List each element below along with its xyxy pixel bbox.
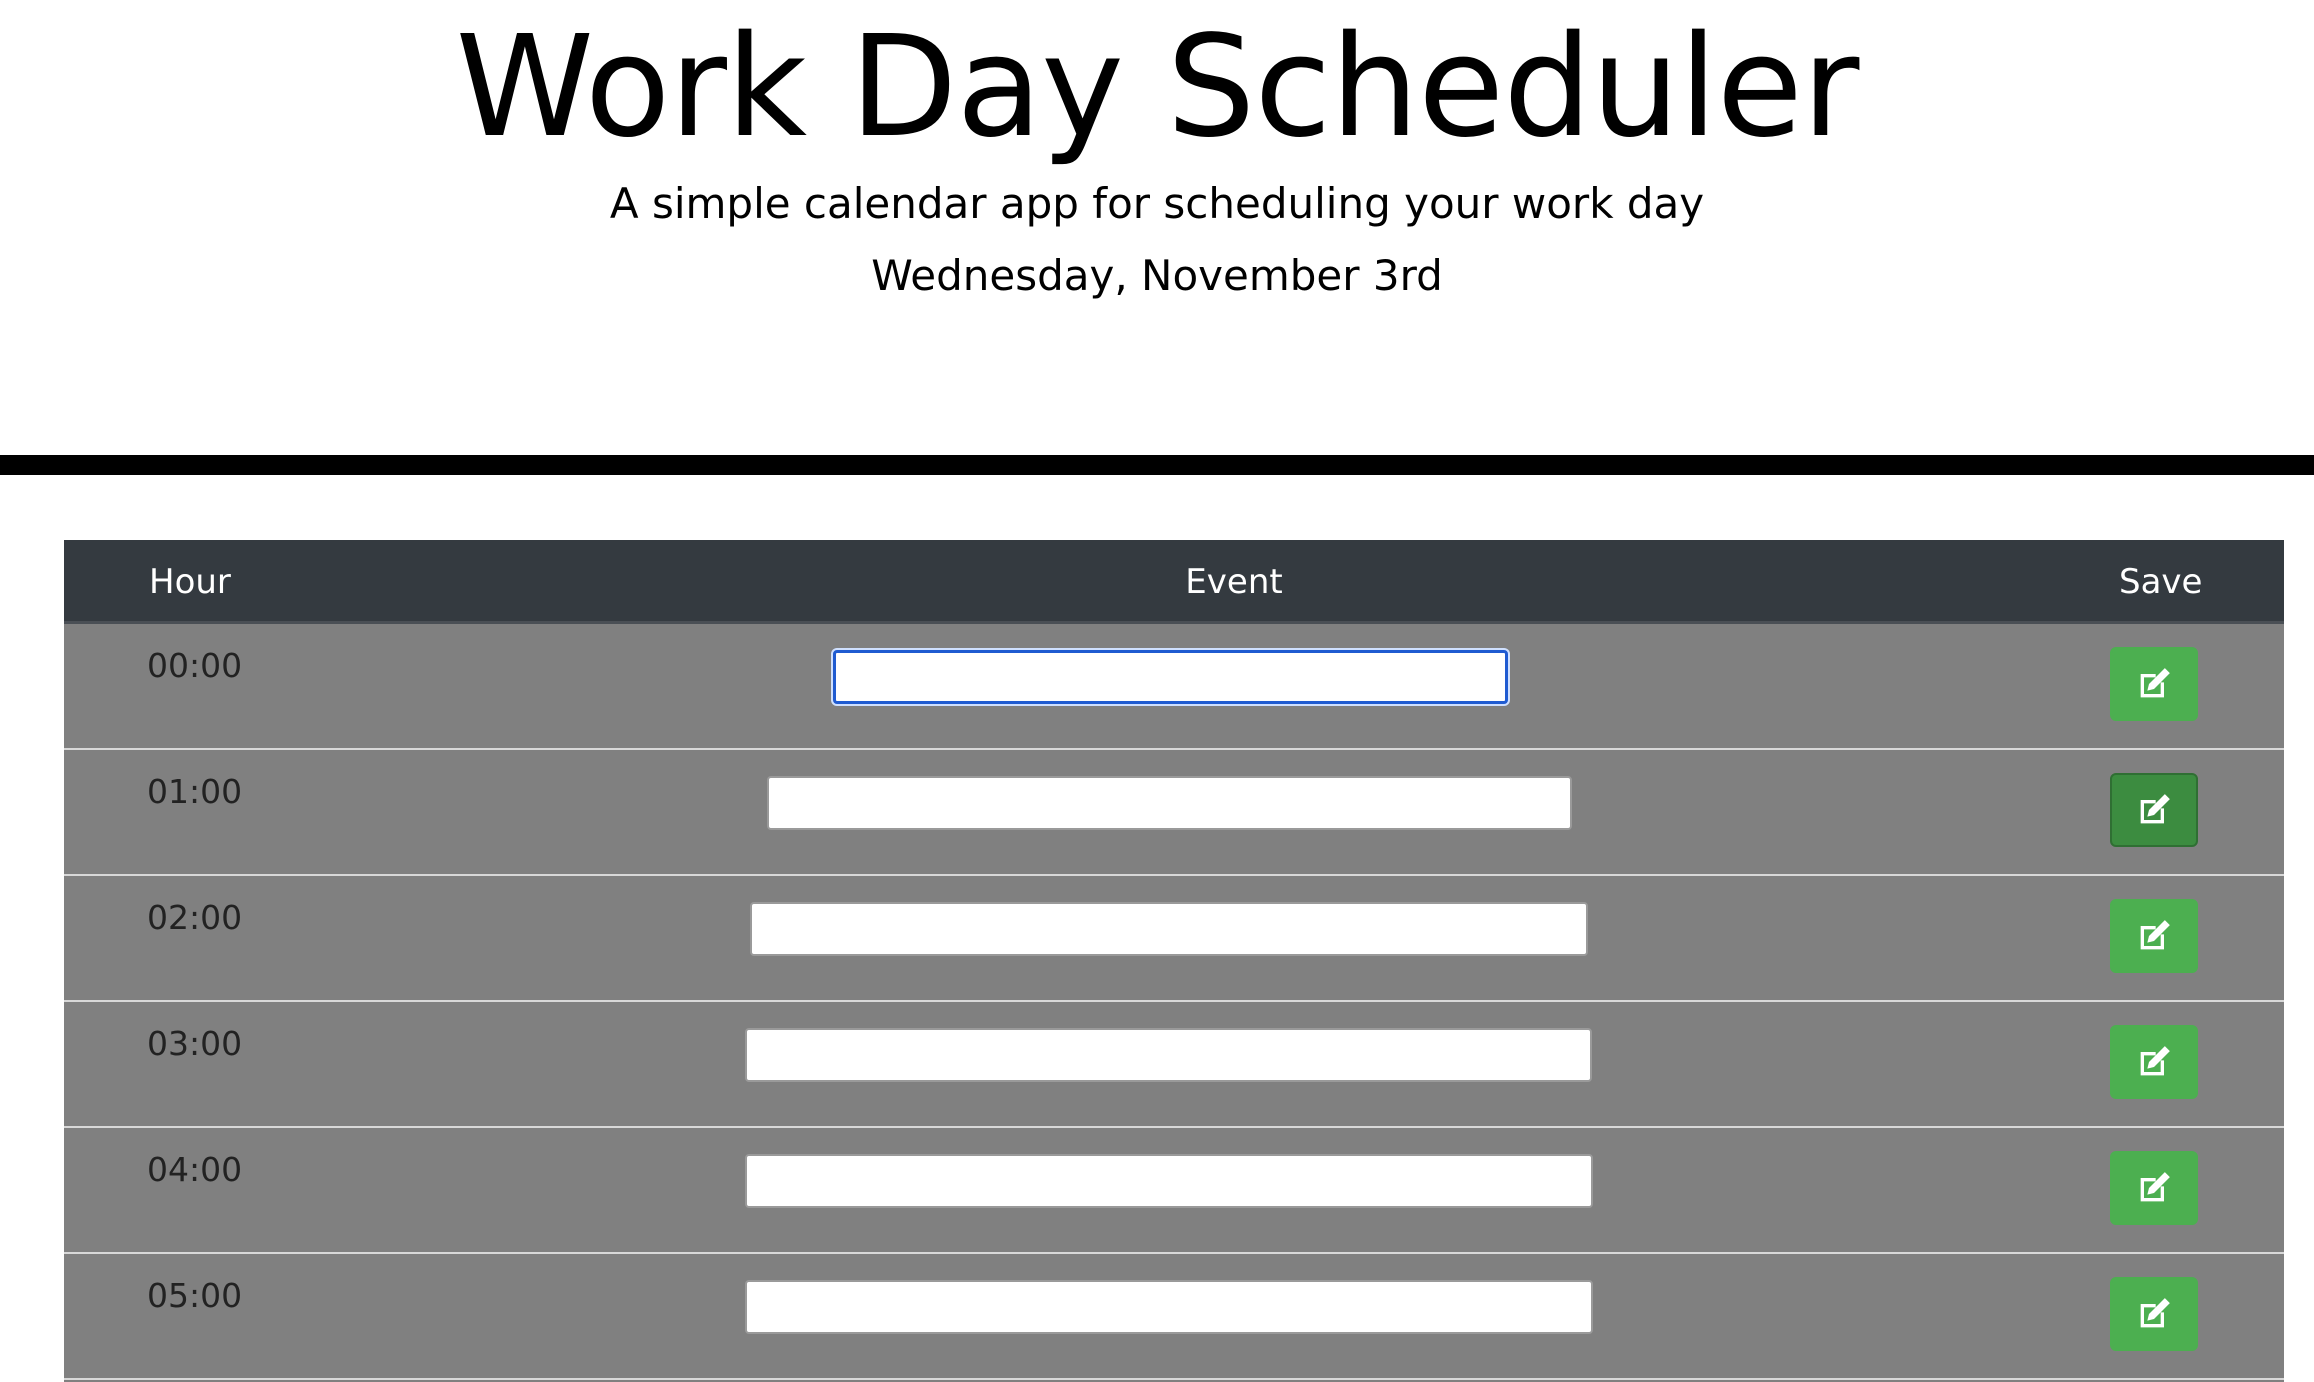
event-input[interactable]: [750, 902, 1588, 956]
save-button[interactable]: [2110, 1277, 2198, 1351]
edit-icon: [2140, 920, 2170, 950]
page-title: Work Day Scheduler: [455, 6, 1860, 169]
hour-label: 02:00: [147, 898, 243, 937]
edit-icon: [2140, 668, 2170, 698]
column-header-hour: Hour: [149, 562, 231, 602]
save-button[interactable]: [2110, 647, 2198, 721]
hour-label: 04:00: [147, 1150, 243, 1189]
event-input[interactable]: [745, 1028, 1592, 1082]
table-row: 00:00: [64, 624, 2284, 750]
save-button[interactable]: [2110, 899, 2198, 973]
hour-label: 05:00: [147, 1276, 243, 1315]
event-input[interactable]: [745, 1154, 1593, 1208]
event-input[interactable]: [767, 776, 1572, 830]
save-button[interactable]: [2110, 1151, 2198, 1225]
table-row: 03:00: [64, 1002, 2284, 1128]
table-row: 05:00: [64, 1254, 2284, 1380]
hour-label: 00:00: [147, 646, 243, 685]
header-divider: [0, 455, 2314, 475]
save-button[interactable]: [2110, 773, 2198, 847]
hour-label: 03:00: [147, 1024, 243, 1063]
table-row: 02:00: [64, 876, 2284, 1002]
event-input[interactable]: [833, 650, 1508, 704]
hour-label: 01:00: [147, 772, 243, 811]
current-date: Wednesday, November 3rd: [871, 251, 1443, 300]
event-input[interactable]: [745, 1280, 1593, 1334]
page-header: Work Day Scheduler A simple calendar app…: [0, 0, 2314, 455]
table-header: Hour Event Save: [64, 540, 2284, 624]
edit-icon: [2140, 1298, 2170, 1328]
edit-icon: [2140, 1172, 2170, 1202]
column-header-save: Save: [2119, 562, 2203, 602]
table-row: 01:00: [64, 750, 2284, 876]
page-subtitle: A simple calendar app for scheduling you…: [609, 179, 1705, 228]
save-button[interactable]: [2110, 1025, 2198, 1099]
edit-icon: [2140, 794, 2170, 824]
edit-icon: [2140, 1046, 2170, 1076]
schedule-table: Hour Event Save 00:00 01:00 02:00 03:00 …: [64, 540, 2284, 1382]
table-row: 04:00: [64, 1128, 2284, 1254]
column-header-event: Event: [1185, 562, 1283, 602]
